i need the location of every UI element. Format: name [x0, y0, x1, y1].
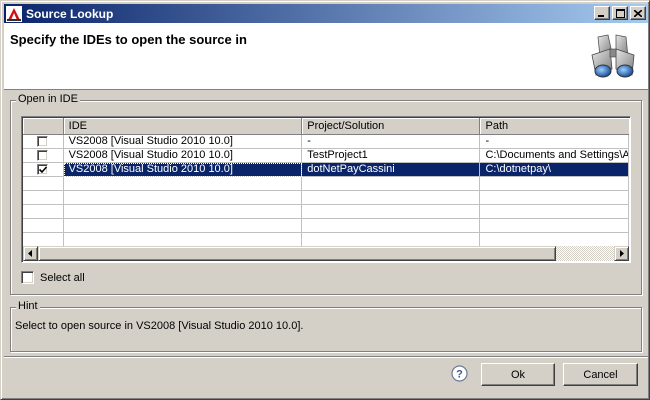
cell-path: C:\Documents and Settings\A — [480, 149, 629, 163]
minimize-button[interactable] — [594, 6, 610, 20]
close-button[interactable] — [630, 6, 646, 20]
table-row[interactable]: VS2008 [Visual Studio 2010 10.0] - - — [23, 135, 629, 149]
cell-ide: VS2008 [Visual Studio 2010 10.0] — [63, 135, 303, 149]
cell-path: C:\dotnetpay\ — [480, 163, 629, 177]
table-header: IDE Project/Solution Path — [23, 118, 629, 135]
checkmark-icon — [39, 166, 48, 174]
empty-row — [23, 233, 629, 247]
scrollbar-track[interactable] — [38, 246, 614, 261]
hint-label: Hint — [16, 300, 40, 312]
arrow-left-icon — [28, 250, 32, 257]
help-icon[interactable]: ? — [451, 365, 468, 382]
maximize-icon — [615, 8, 625, 18]
empty-row — [23, 219, 629, 233]
horizontal-scrollbar[interactable] — [23, 246, 629, 261]
cell-ide: VS2008 [Visual Studio 2010 10.0] — [63, 163, 303, 177]
maximize-button[interactable] — [612, 6, 628, 20]
scroll-left-button[interactable] — [23, 246, 38, 261]
arrow-right-icon — [620, 250, 624, 257]
cell-path: - — [480, 135, 629, 149]
open-in-ide-group: Open in IDE IDE Project/Solution Path VS… — [10, 93, 642, 295]
app-icon — [6, 5, 22, 22]
column-header-path[interactable]: Path — [480, 118, 629, 135]
hint-group: Hint Select to open source in VS2008 [Vi… — [10, 300, 642, 352]
scrollbar-thumb[interactable] — [38, 246, 556, 261]
table-row[interactable]: VS2008 [Visual Studio 2010 10.0] TestPro… — [23, 149, 629, 163]
header-banner: Specify the IDEs to open the source in — [4, 23, 648, 90]
table-row-selected[interactable]: VS2008 [Visual Studio 2010 10.0] dotNetP… — [23, 163, 629, 177]
cell-project: - — [302, 135, 481, 149]
select-all-checkbox[interactable] — [21, 271, 34, 284]
cell-project: dotNetPayCassini — [302, 163, 481, 177]
empty-row — [23, 191, 629, 205]
empty-row — [23, 177, 629, 191]
cell-project: TestProject1 — [302, 149, 481, 163]
scroll-right-button[interactable] — [614, 246, 629, 261]
row-checkbox[interactable] — [37, 150, 49, 161]
window-title: Source Lookup — [26, 6, 114, 21]
column-header-project[interactable]: Project/Solution — [302, 118, 481, 135]
ok-button[interactable]: Ok — [481, 363, 555, 386]
binoculars-icon — [591, 34, 635, 78]
table-body: VS2008 [Visual Studio 2010 10.0] - - VS2… — [23, 135, 629, 247]
source-lookup-dialog: Source Lookup Specify the IDEs to open t… — [0, 0, 650, 400]
empty-row — [23, 205, 629, 219]
row-checkbox[interactable] — [37, 136, 49, 147]
minimize-icon — [598, 14, 604, 17]
cell-ide: VS2008 [Visual Studio 2010 10.0] — [63, 149, 303, 163]
svg-text:?: ? — [456, 369, 463, 381]
close-icon — [634, 9, 642, 17]
title-bar[interactable]: Source Lookup — [4, 4, 648, 23]
select-all-label[interactable]: Select all — [40, 272, 85, 284]
ide-table: IDE Project/Solution Path VS2008 [Visual… — [21, 116, 631, 263]
cancel-button[interactable]: Cancel — [563, 363, 638, 386]
hint-text: Select to open source in VS2008 [Visual … — [15, 320, 304, 332]
column-header-ide[interactable]: IDE — [63, 118, 303, 135]
header-title: Specify the IDEs to open the source in — [10, 32, 247, 47]
column-header-check[interactable] — [23, 118, 64, 135]
open-in-ide-label: Open in IDE — [16, 93, 80, 105]
button-separator — [4, 356, 648, 358]
select-all-control[interactable]: Select all — [21, 271, 85, 284]
row-checkbox[interactable] — [37, 164, 49, 175]
